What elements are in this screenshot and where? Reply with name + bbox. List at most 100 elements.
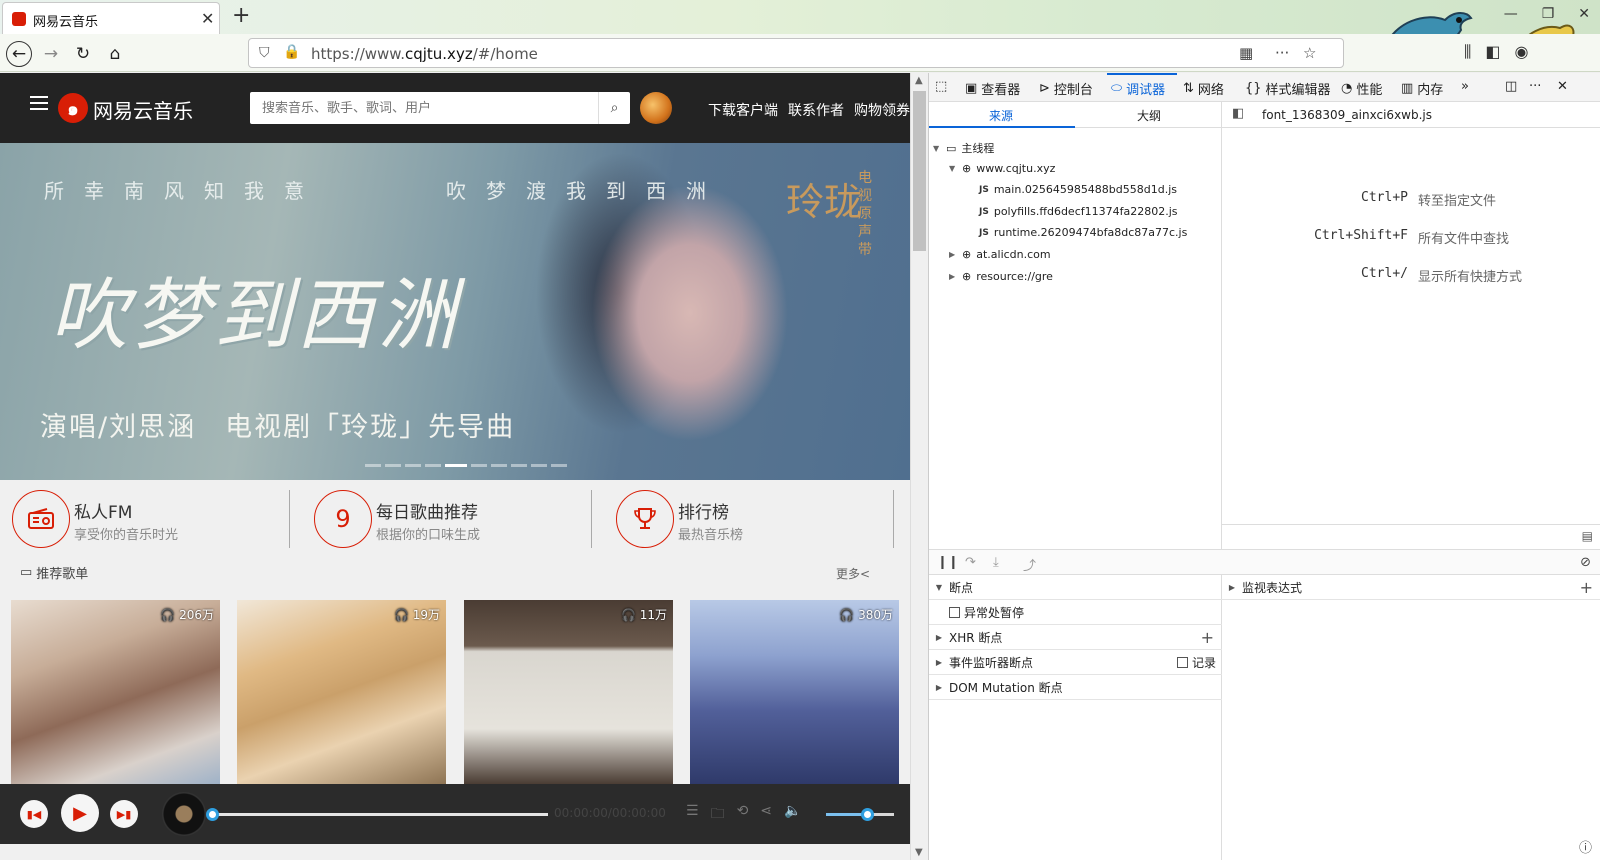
breakpoints-header[interactable]: ▼ 断点 bbox=[929, 575, 1222, 600]
url-bar[interactable]: ⛉ 🔒 https://www.cqjtu.xyz/#/home ▦ ··· ☆ bbox=[248, 38, 1344, 68]
tree-main-thread[interactable]: ▼ ▭ 主线程 bbox=[933, 140, 994, 156]
new-tab-icon[interactable]: + bbox=[232, 3, 250, 28]
account-icon[interactable]: ◉ bbox=[1515, 42, 1529, 62]
feature-personal-fm[interactable]: 私人FM 享受你的音乐时光 bbox=[0, 490, 290, 550]
tree-file[interactable]: JS runtime.26209474bfa8dc87a77c.js bbox=[979, 226, 1187, 239]
carousel-dot[interactable] bbox=[551, 464, 567, 467]
volume-slider[interactable] bbox=[826, 808, 894, 821]
carousel-dot[interactable] bbox=[445, 464, 467, 467]
carousel-dot[interactable] bbox=[491, 464, 507, 467]
album-disc[interactable] bbox=[162, 792, 206, 836]
tree-file[interactable]: JS main.025645985488bd558d1d.js bbox=[979, 183, 1177, 196]
library-icon[interactable]: ⫼ bbox=[1464, 42, 1471, 62]
reload-icon[interactable]: ↻ bbox=[70, 41, 96, 67]
tab-inspector[interactable]: ▣ 查看器 bbox=[965, 79, 1020, 98]
event-listener-breakpoints[interactable]: ▶ 事件监听器断点 记录 bbox=[929, 650, 1222, 675]
lock-warning-icon[interactable]: 🔒 bbox=[283, 44, 300, 60]
playlist-card[interactable]: 🎧 380万 bbox=[690, 600, 899, 784]
xhr-breakpoints[interactable]: ▶ XHR 断点 + bbox=[929, 625, 1222, 650]
play-icon[interactable]: ▶ bbox=[61, 794, 99, 832]
scroll-thumb[interactable] bbox=[913, 91, 926, 251]
add-icon[interactable]: + bbox=[1201, 628, 1214, 647]
carousel-dot[interactable] bbox=[511, 464, 527, 467]
log-option[interactable]: 记录 bbox=[1176, 654, 1216, 671]
search-icon[interactable]: ⌕ bbox=[598, 92, 630, 124]
dock-icon[interactable]: ◫ bbox=[1505, 79, 1517, 94]
feature-ranking[interactable]: 排行榜 最热音乐榜 bbox=[604, 490, 894, 550]
share-icon[interactable]: ⋖ bbox=[760, 803, 772, 827]
more-link[interactable]: 更多< bbox=[836, 565, 870, 582]
carousel-dot[interactable] bbox=[405, 464, 421, 467]
progress-knob[interactable] bbox=[206, 808, 219, 821]
progress-bar[interactable] bbox=[206, 808, 548, 821]
tab-style-editor[interactable]: {} 样式编辑器 bbox=[1245, 79, 1331, 98]
tab-sources[interactable]: 来源 bbox=[989, 107, 1013, 124]
carousel-dot[interactable] bbox=[365, 464, 381, 467]
folder-icon[interactable]: 🗀 bbox=[711, 803, 725, 827]
tree-domain[interactable]: ▶ ⊕ resource://gre bbox=[949, 270, 1053, 283]
carousel-dot[interactable] bbox=[471, 464, 487, 467]
tree-file[interactable]: JS polyfills.ffd6decf11374fa22802.js bbox=[979, 205, 1178, 218]
checkbox[interactable] bbox=[1176, 656, 1188, 668]
deactivate-breakpoints-icon[interactable]: ⊘ bbox=[1580, 555, 1591, 570]
toggle-sidebar-icon[interactable]: ◧ bbox=[1232, 106, 1244, 121]
netease-logo-icon[interactable]: ๑ bbox=[58, 93, 88, 123]
forward-icon[interactable]: → bbox=[38, 41, 64, 67]
pretty-print-icon[interactable]: ▤ bbox=[1582, 529, 1593, 543]
menu-icon[interactable] bbox=[30, 96, 48, 110]
tab-memory[interactable]: ▥ 内存 bbox=[1401, 79, 1443, 98]
step-in-icon[interactable]: ⤓ bbox=[993, 555, 999, 570]
tracking-shield-icon[interactable]: ⛉ bbox=[259, 45, 270, 61]
help-icon[interactable]: ⓘ bbox=[1579, 837, 1592, 856]
carousel-dot[interactable] bbox=[385, 464, 401, 467]
maximize-icon[interactable]: ❐ bbox=[1542, 6, 1555, 22]
pause-on-exceptions[interactable]: 异常处暂停 bbox=[929, 600, 1222, 625]
tab-outline[interactable]: 大纲 bbox=[1137, 107, 1161, 124]
playlist-card[interactable]: 🎧 11万 bbox=[464, 600, 673, 784]
tab-close-icon[interactable]: ✕ bbox=[201, 9, 214, 28]
picker-icon[interactable]: ⬚ bbox=[935, 79, 947, 94]
contact-author-link[interactable]: 联系作者 bbox=[788, 100, 844, 120]
add-icon[interactable]: + bbox=[1580, 578, 1593, 597]
playlist-card[interactable]: 🎧 206万 bbox=[11, 600, 220, 784]
search-input[interactable] bbox=[250, 92, 596, 124]
tab-debugger[interactable]: ⬭ 调试器 bbox=[1111, 79, 1165, 98]
back-icon[interactable]: ← bbox=[6, 41, 32, 67]
watch-expressions-header[interactable]: ▶ 监视表达式 + bbox=[1222, 575, 1600, 600]
minimize-icon[interactable]: — bbox=[1504, 6, 1518, 22]
loop-icon[interactable]: ⟲ bbox=[737, 803, 749, 827]
qr-code-icon[interactable]: ▦ bbox=[1239, 44, 1253, 62]
scroll-up-icon[interactable]: ▲ bbox=[915, 75, 923, 86]
feature-daily-recommend[interactable]: 9 每日歌曲推荐 根据你的口味生成 bbox=[302, 490, 592, 550]
open-file-name[interactable]: font_1368309_ainxci6xwb.js bbox=[1262, 108, 1432, 122]
brand-name[interactable]: 网易云音乐 bbox=[93, 95, 193, 124]
pause-icon[interactable]: ❙❙ bbox=[937, 555, 959, 570]
scroll-down-icon[interactable]: ▼ bbox=[915, 847, 923, 858]
sidebar-icon[interactable]: ◧ bbox=[1485, 42, 1500, 62]
previous-icon[interactable]: ▮◀ bbox=[20, 800, 48, 828]
checkbox[interactable] bbox=[949, 606, 960, 618]
user-avatar[interactable] bbox=[640, 92, 672, 124]
tab-network[interactable]: ⇅ 网络 bbox=[1183, 79, 1224, 98]
devtools-close-icon[interactable]: ✕ bbox=[1557, 79, 1568, 94]
window-close-icon[interactable]: ✕ bbox=[1578, 6, 1590, 22]
tab-console[interactable]: ⊳ 控制台 bbox=[1039, 79, 1093, 98]
bookmark-star-icon[interactable]: ☆ bbox=[1303, 44, 1316, 62]
download-client-link[interactable]: 下载客户端 bbox=[708, 100, 778, 120]
coupon-link[interactable]: 购物领券 bbox=[854, 100, 910, 120]
step-over-icon[interactable]: ↷ bbox=[965, 555, 976, 570]
url-text[interactable]: https://www.cqjtu.xyz/#/home bbox=[311, 45, 538, 63]
step-out-icon[interactable]: ⤴ bbox=[1023, 555, 1036, 574]
next-icon[interactable]: ▶▮ bbox=[110, 800, 138, 828]
editor-file-tab[interactable]: ◧ font_1368309_ainxci6xwb.js bbox=[1222, 102, 1600, 128]
tree-domain[interactable]: ▶ ⊕ at.alicdn.com bbox=[949, 248, 1051, 261]
page-actions-icon[interactable]: ··· bbox=[1275, 44, 1289, 62]
playlist-icon[interactable]: ☰ bbox=[686, 803, 699, 827]
page-scrollbar[interactable]: ▲ ▼ bbox=[910, 73, 928, 860]
devtools-menu-icon[interactable]: ··· bbox=[1529, 79, 1541, 94]
tree-domain[interactable]: ▼ ⊕ www.cqjtu.xyz bbox=[949, 162, 1055, 175]
dom-mutation-breakpoints[interactable]: ▶ DOM Mutation 断点 bbox=[929, 675, 1222, 700]
volume-knob[interactable] bbox=[861, 808, 875, 821]
carousel-dot[interactable] bbox=[425, 464, 441, 467]
home-icon[interactable]: ⌂ bbox=[102, 41, 128, 67]
